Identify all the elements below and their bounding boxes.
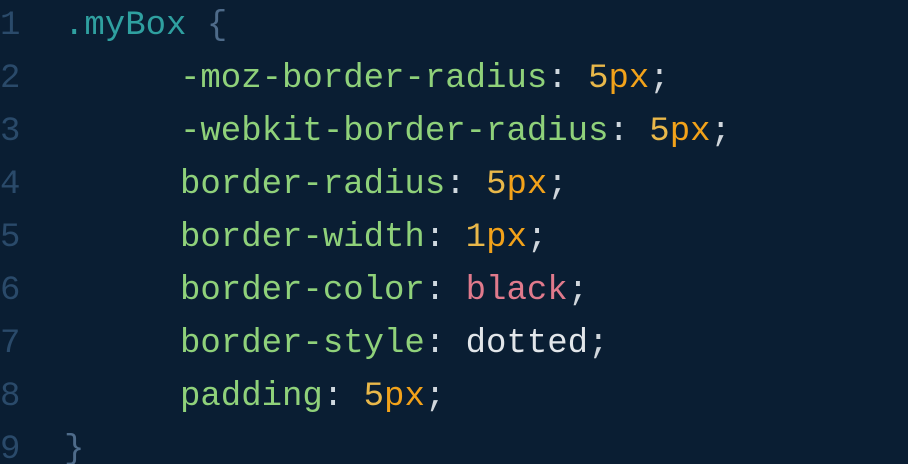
code-text[interactable]: border-width: 1px; [64, 212, 547, 265]
code-token-semi: ; [588, 325, 609, 363]
code-token-color: black [465, 272, 568, 310]
code-token-semi: ; [424, 378, 446, 416]
code-token-unit: px [506, 166, 548, 204]
code-token-punct: : [547, 60, 589, 98]
code-line[interactable]: 3 -webkit-border-radius: 5px; [0, 106, 908, 159]
code-token-punct: : [608, 113, 650, 151]
code-token-prop: padding [180, 378, 323, 416]
code-token-selector: .myBox [64, 7, 187, 45]
code-text[interactable]: border-style: dotted; [64, 318, 608, 371]
code-token-punct [186, 7, 206, 45]
code-token-prop: -moz-border-radius [180, 60, 548, 98]
line-number: 5 [0, 219, 21, 257]
line-number: 8 [0, 378, 21, 416]
line-number: 1 [0, 7, 21, 45]
code-token-unit: px [669, 113, 711, 151]
code-token-ident: dotted [465, 325, 589, 363]
line-number: 7 [0, 325, 21, 363]
code-line[interactable]: 8 padding: 5px; [0, 371, 908, 424]
code-token-semi: ; [710, 113, 731, 151]
code-token-prop: border-style [180, 325, 425, 363]
code-token-unit: px [608, 60, 650, 98]
code-token-semi: ; [547, 166, 568, 204]
code-token-punct: : [424, 325, 466, 363]
line-number: 2 [0, 60, 21, 98]
code-line[interactable]: 1 .myBox { [0, 0, 908, 53]
code-token-unit: px [384, 378, 425, 416]
code-token-punct: : [322, 378, 364, 416]
code-token-punct: : [424, 219, 466, 257]
line-number: 9 [0, 431, 21, 464]
code-token-num: 5 [649, 113, 670, 151]
code-token-num: 5 [486, 166, 507, 204]
code-text[interactable]: border-radius: 5px; [64, 159, 568, 212]
line-number: 6 [0, 272, 21, 310]
code-token-semi: ; [526, 219, 548, 257]
code-token-prop: border-radius [180, 166, 446, 204]
code-token-num: 5 [363, 378, 385, 416]
code-token-prop: border-width [180, 219, 425, 257]
code-token-prop: -webkit-border-radius [180, 113, 609, 151]
code-text[interactable]: border-color: black; [64, 265, 588, 318]
code-text[interactable]: -moz-border-radius: 5px; [64, 53, 670, 106]
code-editor[interactable]: 1 .myBox {2 -moz-border-radius: 5px; 3 -webk… [0, 0, 908, 464]
code-token-num: 5 [588, 60, 609, 98]
code-token-semi: ; [649, 60, 670, 98]
code-token-punct: : [424, 272, 466, 310]
code-line[interactable]: 5 border-width: 1px; [0, 212, 908, 265]
code-text[interactable]: padding: 5px; [64, 371, 445, 424]
code-text[interactable]: .myBox { [64, 0, 227, 53]
code-line[interactable]: 6 border-color: black; [0, 265, 908, 318]
code-token-unit: px [486, 219, 527, 257]
code-token-semi: ; [567, 272, 589, 310]
code-text[interactable]: -webkit-border-radius: 5px; [64, 106, 731, 159]
code-line[interactable]: 7 border-style: dotted; [0, 318, 908, 371]
code-line[interactable]: 2 -moz-border-radius: 5px; [0, 53, 908, 106]
code-token-punct: : [445, 166, 487, 204]
code-text[interactable]: } [64, 424, 84, 464]
code-line[interactable]: 4 border-radius: 5px; [0, 159, 908, 212]
code-token-num: 1 [465, 219, 487, 257]
code-token-brace: { [206, 7, 228, 45]
code-token-prop: border-color [180, 272, 425, 310]
code-line[interactable]: 9} [0, 424, 908, 464]
code-token-brace: } [64, 431, 85, 464]
line-number: 3 [0, 113, 21, 151]
line-number: 4 [0, 166, 21, 204]
